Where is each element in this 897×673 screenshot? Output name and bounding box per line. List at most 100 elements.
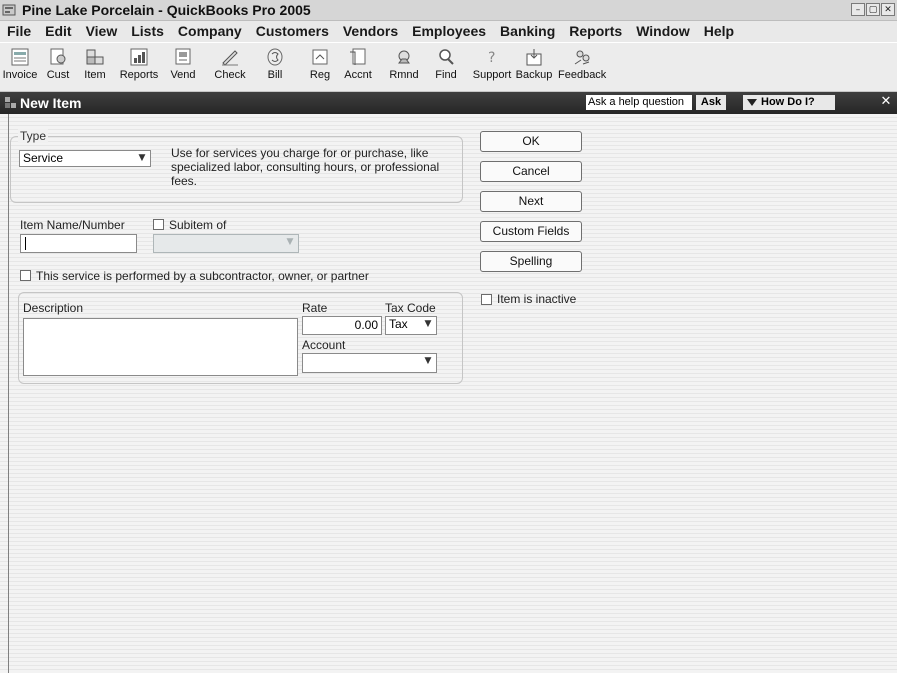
toolbar-vend-button[interactable]: Vend (166, 45, 200, 89)
toolbar-label: Item (84, 69, 106, 81)
svg-text:?: ? (488, 50, 495, 66)
menu-bar: File Edit View Lists Company Customers V… (0, 21, 897, 42)
toolbar-label: Invoice (2, 69, 38, 81)
toolbar-rmnd-button[interactable]: Rmnd (386, 45, 422, 89)
spelling-button[interactable]: Spelling (480, 251, 582, 272)
subitem-checkbox[interactable] (153, 219, 164, 230)
subitem-dropdown[interactable]: ▼ (153, 234, 299, 253)
register-icon (312, 49, 328, 65)
menu-customers[interactable]: Customers (249, 21, 336, 42)
icon-toolbar: Invoice Cust Item Reports Vend Check Bil… (0, 43, 897, 92)
menu-vendors[interactable]: Vendors (336, 21, 405, 42)
menu-company[interactable]: Company (171, 21, 249, 42)
menu-window[interactable]: Window (629, 21, 697, 42)
account-icon (350, 48, 366, 65)
close-icon[interactable]: ✕ (879, 95, 893, 109)
toolbar-invoice-button[interactable]: Invoice (2, 45, 38, 89)
ok-button[interactable]: OK (480, 131, 582, 152)
check-icon (222, 50, 238, 66)
toolbar-backup-button[interactable]: Backup (514, 45, 554, 89)
toolbar-cust-button[interactable]: Cust (42, 45, 74, 89)
toolbar-label: Support (472, 69, 512, 81)
window-header-title: New Item (20, 95, 82, 111)
reports-icon (130, 48, 148, 66)
menu-employees[interactable]: Employees (405, 21, 493, 42)
quickbooks-app-icon[interactable] (2, 3, 16, 17)
tax-code-dropdown[interactable]: Tax ▼ (385, 316, 437, 335)
toolbar-find-button[interactable]: Find (432, 45, 460, 89)
ask-button[interactable]: Ask (696, 95, 726, 110)
chevron-down-icon: ▼ (424, 319, 432, 329)
subcontractor-label: This service is performed by a subcontra… (36, 269, 369, 283)
feedback-icon (574, 50, 590, 65)
rate-label: Rate (302, 301, 328, 315)
toolbar-label: Check (214, 69, 246, 81)
menu-view[interactable]: View (79, 21, 125, 42)
bill-icon (267, 48, 283, 66)
support-icon: ? (488, 50, 495, 66)
window-left-border (8, 114, 9, 673)
type-group: Type Service ▼ Use for services you char… (10, 129, 463, 203)
account-label: Account (302, 338, 346, 352)
toolbar-check-button[interactable]: Check (210, 45, 250, 89)
cancel-button[interactable]: Cancel (480, 161, 582, 182)
new-item-window-header: New Item Ask a help question Ask How Do … (0, 92, 897, 114)
minimize-button[interactable]: – (851, 3, 865, 16)
how-do-i-label: How Do I? (761, 96, 815, 108)
toolbar-accnt-button[interactable]: Accnt (340, 45, 376, 89)
window-controls: – ▢ ✕ (851, 3, 895, 16)
customer-icon (50, 48, 66, 65)
title-bar: Pine Lake Porcelain - QuickBooks Pro 200… (0, 0, 897, 21)
toolbar-label: Find (435, 69, 457, 81)
sales-info-group: Description Rate Tax Code 0.00 Tax ▼ Acc… (18, 292, 463, 384)
how-do-i-dropdown[interactable]: How Do I? (743, 95, 835, 110)
reminder-icon (398, 50, 410, 64)
tax-code-label: Tax Code (385, 301, 436, 315)
invoice-icon (11, 48, 29, 66)
menu-reports[interactable]: Reports (562, 21, 629, 42)
account-dropdown[interactable]: ▼ (302, 353, 437, 373)
toolbar-feedback-button[interactable]: Feedback (558, 45, 606, 89)
toolbar-reports-button[interactable]: Reports (118, 45, 160, 89)
window-title: Pine Lake Porcelain - QuickBooks Pro 200… (22, 2, 311, 18)
type-value: Service (23, 151, 64, 165)
type-dropdown[interactable]: Service ▼ (19, 150, 151, 167)
toolbar-label: Cust (46, 69, 70, 81)
description-label: Description (23, 301, 84, 315)
item-icon (86, 49, 104, 65)
maximize-button[interactable]: ▢ (866, 3, 880, 16)
item-inactive-checkbox[interactable] (481, 294, 492, 305)
toolbar-support-button[interactable]: ? Support (472, 45, 512, 89)
type-legend: Type (18, 129, 49, 143)
menu-lists[interactable]: Lists (124, 21, 171, 42)
chevron-down-icon: ▼ (286, 237, 294, 247)
text-cursor (25, 237, 26, 250)
close-window-button[interactable]: ✕ (881, 3, 895, 16)
menu-banking[interactable]: Banking (493, 21, 562, 42)
toolbar-item-button[interactable]: Item (80, 45, 110, 89)
menu-file[interactable]: File (0, 21, 38, 42)
backup-icon (526, 49, 542, 66)
menu-edit[interactable]: Edit (38, 21, 78, 42)
item-inactive-label: Item is inactive (497, 292, 577, 306)
item-icon (5, 97, 16, 108)
item-name-input[interactable] (20, 234, 137, 253)
type-description: Use for services you charge for or purch… (171, 146, 440, 188)
custom-fields-button[interactable]: Custom Fields (480, 221, 582, 242)
description-textarea[interactable] (23, 318, 298, 376)
toolbar-label: Rmnd (389, 69, 419, 81)
toolbar-label: Reports (119, 69, 159, 81)
toolbar-reg-button[interactable]: Reg (306, 45, 334, 89)
toolbar-bill-button[interactable]: Bill (260, 45, 290, 89)
toolbar-label: Feedback (558, 69, 607, 81)
subcontractor-checkbox[interactable] (20, 270, 31, 281)
triangle-down-icon (747, 99, 757, 106)
toolbar-label: Vend (170, 69, 196, 81)
next-button[interactable]: Next (480, 191, 582, 212)
new-item-form: Type Service ▼ Use for services you char… (0, 114, 897, 673)
help-question-input[interactable]: Ask a help question (586, 95, 692, 110)
vendor-icon (175, 48, 191, 65)
rate-input[interactable]: 0.00 (302, 316, 382, 335)
tax-code-value: Tax (389, 317, 408, 331)
menu-help[interactable]: Help (697, 21, 741, 42)
